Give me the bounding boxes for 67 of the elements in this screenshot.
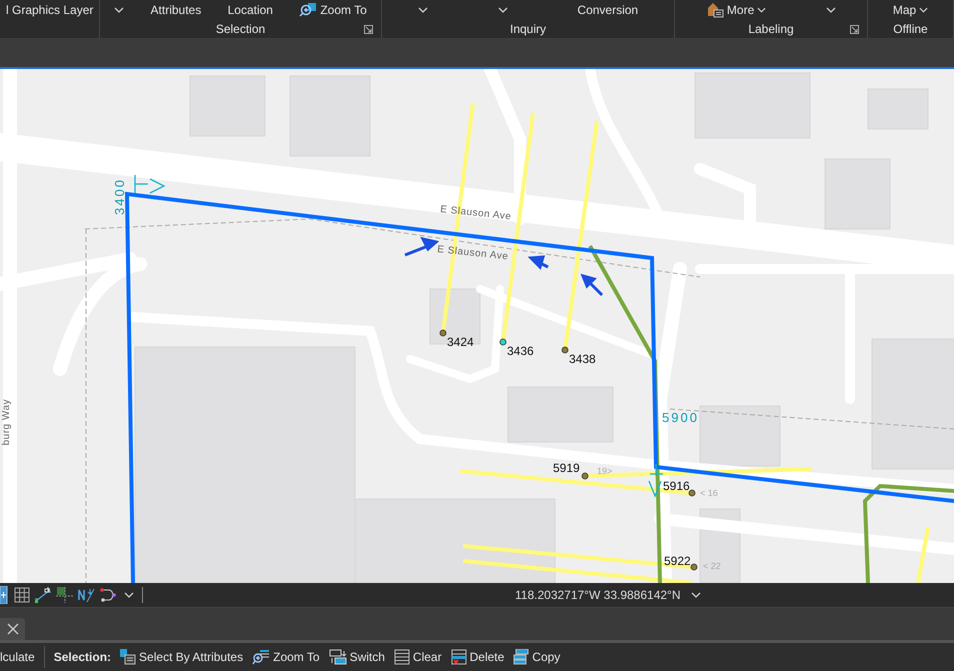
building-footprint xyxy=(430,288,480,344)
street-label: E Slauson Ave xyxy=(436,244,509,262)
selection-heading: Selection: xyxy=(54,650,112,664)
coordinates-readout: 118.2032717°W 33.9886142°N xyxy=(515,588,681,602)
pan-tool-icon[interactable] xyxy=(0,586,10,604)
copy-icon xyxy=(513,649,530,665)
range-tick-drawing xyxy=(648,463,664,498)
address-range-label: 5900 xyxy=(662,410,699,425)
address-range-label: 3400 xyxy=(112,178,127,215)
zoom-icon xyxy=(252,649,270,665)
chevron-icon[interactable] xyxy=(690,592,701,598)
service-line xyxy=(916,526,930,583)
street-label: burg Way xyxy=(1,399,12,446)
constraint-icon[interactable] xyxy=(56,587,74,603)
group-label: Selection xyxy=(216,22,266,36)
launcher-icon[interactable] xyxy=(850,25,859,34)
house-number-label: < 22 xyxy=(703,561,721,571)
ribbon-button[interactable]: Conversion xyxy=(577,3,638,17)
switch-icon xyxy=(328,649,347,665)
ribbon-button[interactable]: Attributes xyxy=(150,3,202,17)
chevron-icon[interactable] xyxy=(124,592,134,598)
address-label: 3436 xyxy=(507,344,534,358)
flow-arrow xyxy=(528,255,549,270)
address-label: 3424 xyxy=(447,335,474,349)
address-label: 5922 xyxy=(664,554,691,568)
clear-button[interactable]: Clear xyxy=(394,649,442,665)
ribbon-button[interactable]: l Graphics Layer xyxy=(6,3,94,17)
building-footprint xyxy=(868,88,928,130)
zoom-to-button[interactable]: Zoom To xyxy=(299,2,367,18)
select-icon xyxy=(120,649,136,665)
group-label: Inquiry xyxy=(510,22,546,36)
chevron-icon[interactable] xyxy=(418,7,428,13)
chevron-icon[interactable] xyxy=(826,7,836,13)
more-button[interactable]: More xyxy=(706,2,766,18)
grid-icon[interactable] xyxy=(14,587,30,603)
building-footprint xyxy=(824,158,890,230)
house-number-label: < 16 xyxy=(700,488,718,498)
chevron-icon[interactable] xyxy=(498,7,508,13)
ribbon-button[interactable]: Location xyxy=(228,3,273,17)
map-button[interactable]: Map xyxy=(892,3,928,17)
delete-icon xyxy=(450,649,467,665)
zoom-button[interactable]: Zoom To xyxy=(252,649,320,665)
flow-arrow xyxy=(580,274,604,296)
group-label: Offline xyxy=(893,22,928,36)
launcher-icon[interactable] xyxy=(364,25,373,34)
snapping-icon[interactable] xyxy=(34,587,52,603)
group-label: Labeling xyxy=(748,22,794,36)
range-tick-drawing xyxy=(134,174,166,194)
chevron-icon[interactable] xyxy=(114,7,124,13)
address-label: 5919 xyxy=(553,461,580,475)
close-icon[interactable] xyxy=(6,623,18,635)
house-number-label: 19> xyxy=(597,466,612,476)
zoom-icon xyxy=(299,2,318,18)
chevron-icon xyxy=(919,7,928,13)
north-arrow-icon[interactable] xyxy=(78,587,96,603)
clear-icon xyxy=(394,649,410,665)
address-label: 5916 xyxy=(663,479,690,493)
address-label: 3438 xyxy=(569,352,596,366)
flow-arrow xyxy=(404,236,440,256)
switch-button[interactable]: Switch xyxy=(328,649,385,665)
copy-button[interactable]: Copy xyxy=(513,649,560,665)
select-button[interactable]: Select By Attributes xyxy=(120,649,244,665)
delete-button[interactable]: Delete xyxy=(450,649,504,665)
chevron-icon xyxy=(757,7,766,13)
street-label: E Slauson Ave xyxy=(440,204,512,222)
calculate-button[interactable]: lculate xyxy=(0,650,35,664)
table-tab[interactable] xyxy=(0,618,25,640)
